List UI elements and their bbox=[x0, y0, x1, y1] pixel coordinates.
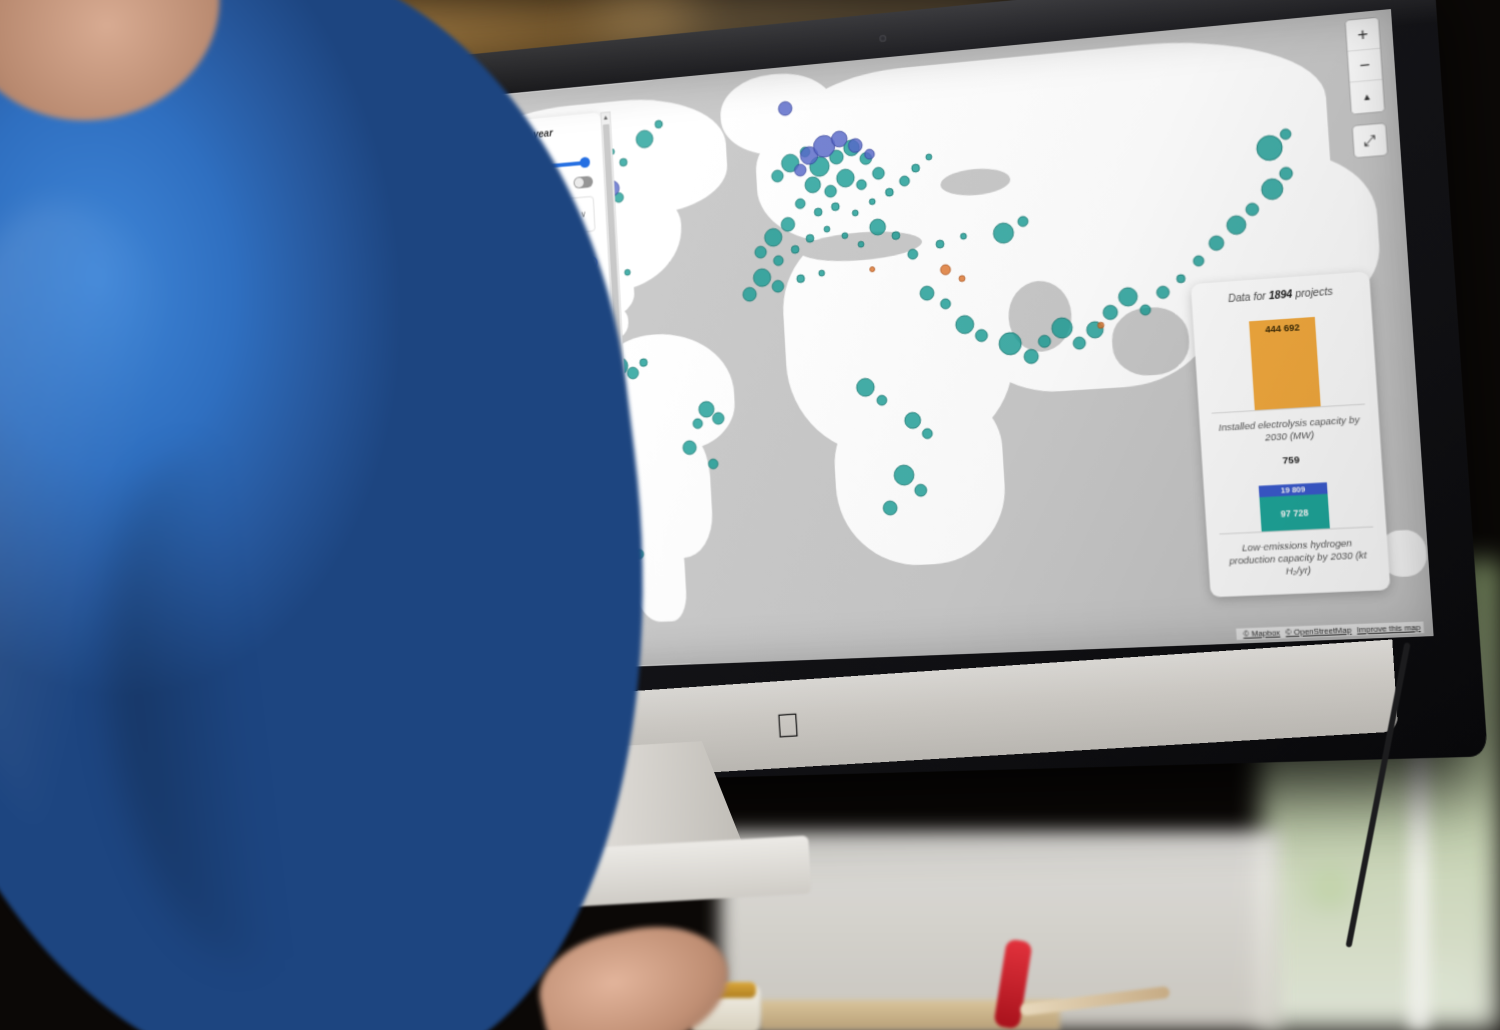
map-zoom-controls[interactable]: + − ▲ bbox=[1345, 17, 1385, 114]
webcam-icon bbox=[878, 34, 886, 43]
electrolysis-chart: 444 692 bbox=[1205, 307, 1365, 414]
fullscreen-button[interactable]: ⤢ bbox=[1352, 123, 1388, 158]
lowemissions-top-value: 759 bbox=[1282, 454, 1300, 467]
zoom-in-button[interactable]: + bbox=[1345, 17, 1381, 52]
lowemissions-chart: 759 19 809 97 728 bbox=[1215, 455, 1374, 535]
header-prefix: Data for bbox=[1227, 291, 1267, 306]
header-suffix: projects bbox=[1294, 286, 1334, 301]
lowemissions-teal-value: 97 728 bbox=[1280, 506, 1309, 519]
lowemissions-teal-segment: 97 728 bbox=[1259, 493, 1330, 532]
unknown-projects-toggle[interactable] bbox=[573, 175, 594, 189]
mapbox-attribution[interactable]: © Mapbox bbox=[1243, 628, 1281, 639]
scroll-up-arrow-icon[interactable]: ▲ bbox=[601, 112, 610, 123]
electrolysis-value: 444 692 bbox=[1264, 322, 1301, 335]
lowemissions-blue-value: 19 809 bbox=[1280, 484, 1306, 496]
electrolysis-bar: 444 692 bbox=[1248, 316, 1321, 411]
apple-logo-icon:  bbox=[774, 707, 806, 746]
electrolysis-caption: Installed electrolysis capacity by 2030 … bbox=[1218, 414, 1360, 443]
data-summary-panel: Data for 1894 projects 444 692 Installed… bbox=[1190, 271, 1391, 598]
lowemissions-stacked-bar: 19 809 97 728 bbox=[1258, 482, 1330, 532]
slider-knob-max[interactable] bbox=[579, 156, 591, 169]
photo-scene: + − ▲ ⤢ Commissioning year < 2000 to > 2… bbox=[0, 0, 1500, 1030]
project-count: 1894 bbox=[1268, 289, 1293, 303]
compass-icon[interactable]: ▲ bbox=[1349, 79, 1385, 114]
data-panel-header: Data for 1894 projects bbox=[1204, 285, 1358, 307]
improve-map-link[interactable]: Improve this map bbox=[1357, 623, 1421, 635]
lowemissions-caption: Low-emissions hydrogen production capaci… bbox=[1228, 537, 1368, 577]
osm-attribution[interactable]: © OpenStreetMap bbox=[1285, 625, 1351, 637]
zoom-out-button[interactable]: − bbox=[1347, 48, 1383, 83]
